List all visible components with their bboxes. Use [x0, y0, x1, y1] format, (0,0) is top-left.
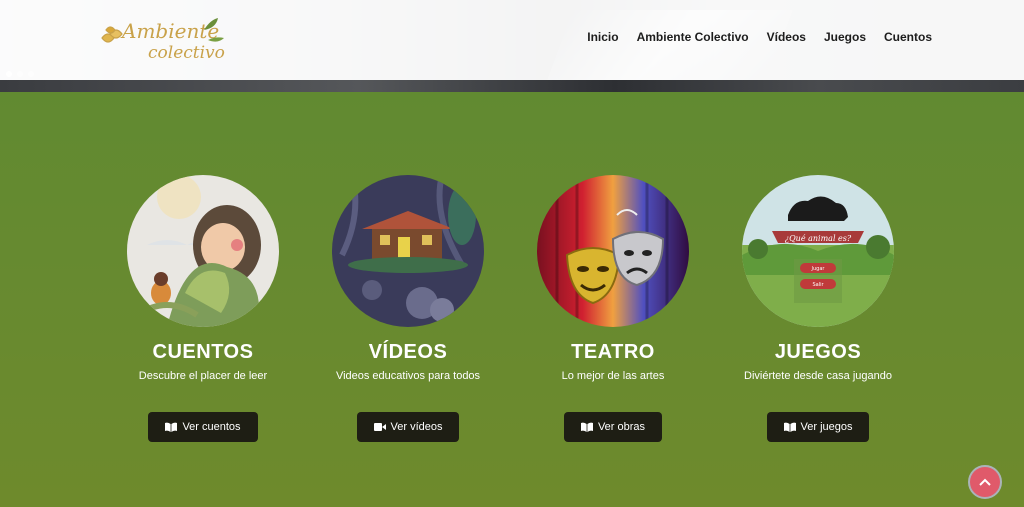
card-title: CUENTOS — [152, 341, 254, 363]
site-header: Ambiente colectivo Inicio Ambiente Colec… — [0, 0, 1024, 80]
video-camera-icon — [373, 423, 386, 431]
site-logo[interactable]: Ambiente colectivo — [96, 10, 230, 66]
svg-text:Ambiente: Ambiente — [120, 19, 219, 43]
videos-image[interactable] — [332, 175, 484, 327]
svg-text:Salir: Salir — [812, 282, 824, 288]
sections-area: CUENTOS Descubre el placer de leer Ver c… — [0, 92, 1024, 507]
ver-videos-button[interactable]: Ver vídeos — [356, 412, 460, 442]
ver-obras-button[interactable]: Ver obras — [563, 412, 663, 442]
card-subtitle: Descubre el placer de leer — [138, 370, 268, 382]
nav-videos[interactable]: Vídeos — [767, 30, 806, 44]
card-subtitle: Videos educativos para todos — [335, 370, 481, 382]
book-icon — [165, 422, 178, 432]
nav-ambiente-colectivo[interactable]: Ambiente Colectivo — [637, 30, 749, 44]
card-subtitle: Lo mejor de las artes — [561, 370, 665, 382]
svg-text:colectivo: colectivo — [148, 43, 225, 63]
book-icon — [783, 422, 796, 432]
nav-juegos[interactable]: Juegos — [824, 30, 866, 44]
svg-text:Jugar: Jugar — [811, 266, 826, 272]
teatro-image[interactable] — [537, 175, 689, 327]
card-title: TEATRO — [571, 341, 655, 363]
slider-dot-1[interactable] — [6, 71, 12, 77]
cuentos-image[interactable] — [127, 175, 279, 327]
book-icon — [580, 422, 593, 432]
ver-juegos-button[interactable]: Ver juegos — [766, 412, 870, 442]
card-teatro: TEATRO Lo mejor de las artes Ver obras — [513, 175, 713, 442]
card-cuentos: CUENTOS Descubre el placer de leer Ver c… — [103, 175, 303, 442]
card-videos: VÍDEOS Videos educativos para todos Ver … — [308, 175, 508, 442]
card-title: VÍDEOS — [368, 341, 448, 363]
main-nav: Inicio Ambiente Colectivo Vídeos Juegos … — [587, 30, 932, 44]
slider-dot-3[interactable] — [28, 71, 34, 77]
card-juegos: ¿Qué animal es? Jugar Salir JUEGOS Divié… — [718, 175, 918, 442]
nav-cuentos[interactable]: Cuentos — [884, 30, 932, 44]
card-title: JUEGOS — [774, 341, 862, 363]
nav-inicio[interactable]: Inicio — [587, 30, 618, 44]
slider-dot-2[interactable] — [17, 71, 23, 77]
ver-cuentos-button[interactable]: Ver cuentos — [148, 412, 258, 442]
svg-text:¿Qué animal es?: ¿Qué animal es? — [785, 234, 852, 243]
slider-dots — [6, 71, 34, 77]
scroll-to-top-button[interactable] — [968, 465, 1002, 499]
chevron-up-icon — [979, 478, 991, 486]
juegos-image[interactable]: ¿Qué animal es? Jugar Salir — [742, 175, 894, 327]
card-subtitle: Diviértete desde casa jugando — [744, 370, 892, 382]
